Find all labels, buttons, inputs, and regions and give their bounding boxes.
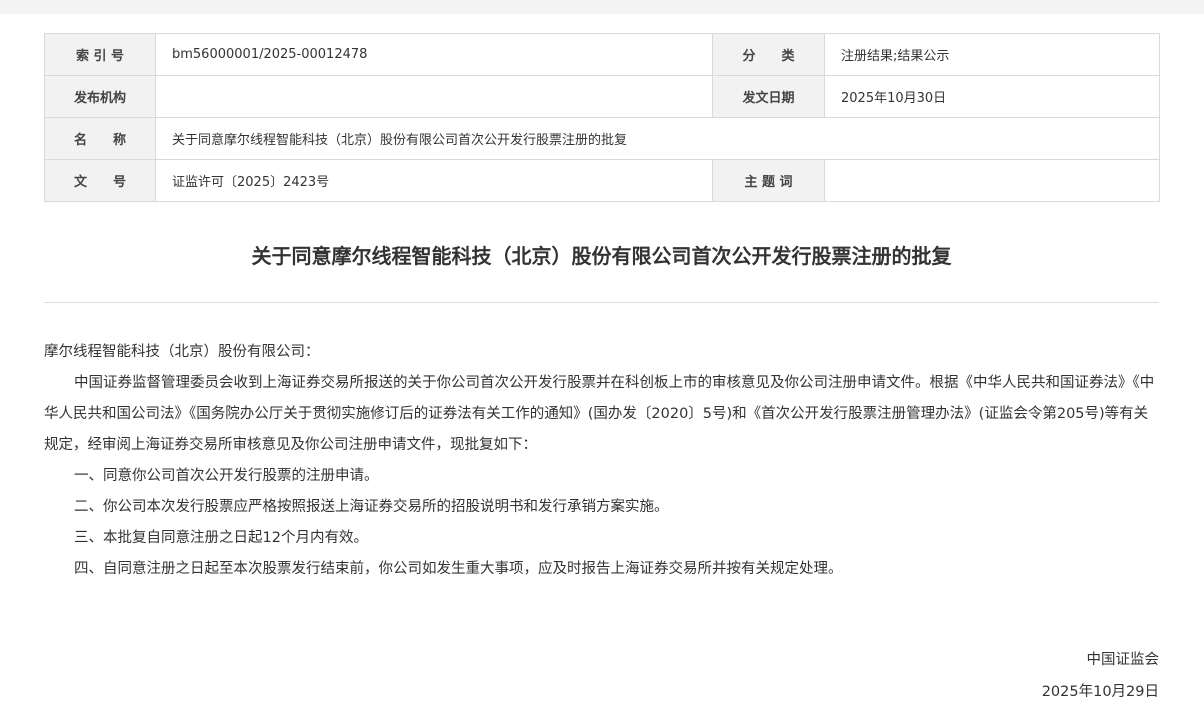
keywords-label: 主 题 词 [712,159,825,202]
name-label: 名 称 [44,117,156,160]
issue-date-value: 2025年10月30日 [824,75,1160,118]
category-value: 注册结果;结果公示 [824,33,1160,76]
intro-paragraph: 中国证券监督管理委员会收到上海证券交易所报送的关于你公司首次公开发行股票并在科创… [44,375,1155,453]
metadata-row: 名 称 关于同意摩尔线程智能科技（北京）股份有限公司首次公开发行股票注册的批复 [44,117,1160,160]
issuer-value [155,75,713,118]
document-number-value: 证监许可〔2025〕2423号 [155,159,713,202]
category-label: 分 类 [712,33,825,76]
metadata-row: 发布机构 发文日期 2025年10月30日 [44,75,1160,118]
page: 索 引 号 bm56000001/2025-00012478 分 类 注册结果;… [0,14,1204,714]
approval-item: 四、自同意注册之日起至本次股票发行结束前，你公司如发生重大事项，应及时报告上海证… [74,561,843,577]
approval-item: 一、同意你公司首次公开发行股票的注册申请。 [74,468,379,484]
signature-date: 2025年10月29日 [1041,684,1159,700]
metadata-row: 文 号 证监许可〔2025〕2423号 主 题 词 [44,159,1160,202]
metadata-row: 索 引 号 bm56000001/2025-00012478 分 类 注册结果;… [44,33,1160,76]
salutation: 摩尔线程智能科技（北京）股份有限公司： [44,344,320,360]
index-number-label: 索 引 号 [44,33,156,76]
issue-date-label: 发文日期 [712,75,825,118]
name-value: 关于同意摩尔线程智能科技（北京）股份有限公司首次公开发行股票注册的批复 [155,117,1160,160]
approval-item: 二、你公司本次发行股票应严格按照报送上海证券交易所的招股说明书和发行承销方案实施… [74,499,669,515]
document-title: 关于同意摩尔线程智能科技（北京）股份有限公司首次公开发行股票注册的批复 [251,244,952,268]
issuer-label: 发布机构 [44,75,156,118]
title-divider [44,302,1159,303]
index-number-value: bm56000001/2025-00012478 [155,33,713,76]
document-body: 摩尔线程智能科技（北京）股份有限公司： 中国证券监督管理委员会收到上海证券交易所… [44,337,1159,585]
document-metadata-table: 索 引 号 bm56000001/2025-00012478 分 类 注册结果;… [44,33,1160,202]
keywords-value [824,159,1160,202]
approval-item: 三、本批复自同意注册之日起12个月内有效。 [74,530,368,546]
signature-organization: 中国证监会 [1086,652,1160,668]
document-number-label: 文 号 [44,159,156,202]
